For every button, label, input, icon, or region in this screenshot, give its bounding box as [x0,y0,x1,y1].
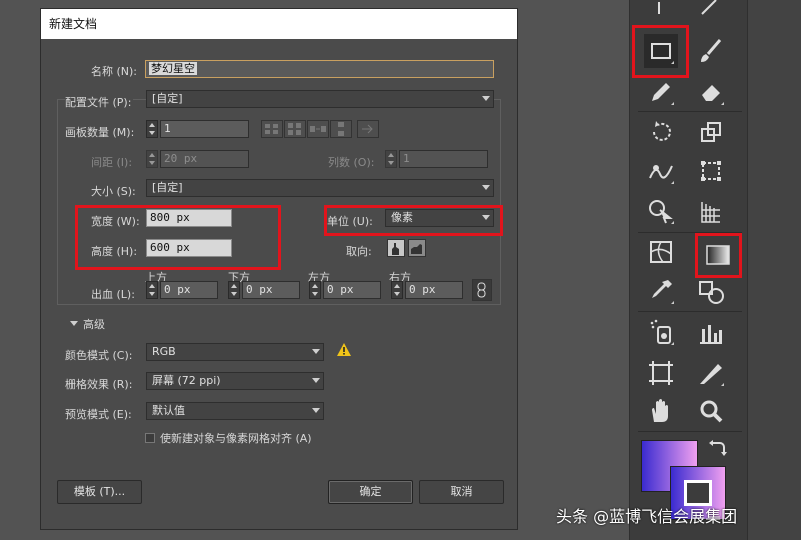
arrange-by-column-icon[interactable] [330,120,352,138]
warning-icon [336,342,352,360]
bleed-right-stepper[interactable] [391,281,403,299]
chevron-down-icon [482,96,490,101]
size-label: 大小 (S): [91,185,136,198]
rotate-tool-icon[interactable] [644,115,678,149]
bleed-left-field[interactable]: 0 px [323,281,381,299]
canvas-area [748,0,801,540]
columns-field[interactable]: 1 [399,150,488,168]
eraser-tool-icon[interactable] [694,75,728,109]
size-select[interactable]: [自定] [146,179,494,197]
column-graph-tool-icon[interactable] [694,315,728,349]
name-value: 梦幻星空 [149,62,197,75]
units-select[interactable]: 像素 [385,209,494,227]
name-field[interactable]: 梦幻星空 [145,60,494,78]
bleed-top-stepper[interactable] [146,281,158,299]
chevron-down-icon [482,185,490,190]
landscape-icon[interactable] [408,239,426,257]
selection-tool-icon[interactable] [642,0,676,22]
ok-button[interactable]: 确定 [328,480,413,504]
rectangle-tool-icon[interactable] [644,34,678,68]
preview-mode-label: 预览模式 (E): [65,408,132,421]
perspective-grid-tool-icon[interactable] [694,194,728,228]
bleed-bottom-field[interactable]: 0 px [242,281,300,299]
link-bleed-icon[interactable] [472,279,492,301]
spacing-stepper[interactable] [146,150,158,168]
dialog-title: 新建文档 [41,9,517,39]
preview-mode-value: 默认值 [152,404,185,417]
raster-effects-select[interactable]: 屏幕 (72 ppi) [146,372,324,390]
hand-tool-icon[interactable] [644,394,678,428]
chevron-down-icon [482,215,490,220]
zoom-tool-icon[interactable] [694,394,728,428]
pencil-tool-icon[interactable] [644,75,678,109]
bleed-label: 出血 (L): [91,288,135,301]
align-pixel-grid-checkbox[interactable] [145,433,155,443]
height-field[interactable]: 600 px [146,239,232,257]
advanced-label[interactable]: 高级 [83,316,105,332]
units-value: 像素 [391,211,413,224]
profile-value: [自定] [152,92,183,105]
slice-tool-icon[interactable] [694,356,728,390]
raster-effects-label: 栅格效果 (R): [65,378,133,391]
raster-effects-value: 屏幕 (72 ppi) [152,374,221,387]
shape-builder-tool-icon[interactable] [644,194,678,228]
watermark-text: 头条 @蓝博飞信会展集团 [556,507,738,526]
toolbox-separator [638,311,742,312]
name-label: 名称 (N): [91,65,138,78]
chevron-down-icon [312,408,320,413]
chevron-down-icon [312,349,320,354]
toolbox-separator [638,431,742,432]
gradient-tool-icon[interactable] [701,238,735,272]
bleed-top-field[interactable]: 0 px [160,281,218,299]
size-value: [自定] [152,181,183,194]
bleed-right-field[interactable]: 0 px [405,281,463,299]
profile-label: 配置文件 (P): [65,94,134,110]
blend-tool-icon[interactable] [694,274,728,308]
align-pixel-grid-label: 使新建对象与像素网格对齐 (A) [160,432,312,445]
mesh-tool-icon[interactable] [644,235,678,269]
artboard-tool-icon[interactable] [644,356,678,390]
arrange-by-row-icon[interactable] [307,120,329,138]
new-document-dialog: 新建文档 名称 (N): 梦幻星空 配置文件 (P): [自定] 画板数量 (M… [40,8,518,530]
line-tool-icon[interactable] [692,0,726,22]
artboards-stepper[interactable] [146,120,158,138]
free-transform-tool-icon[interactable] [694,154,728,188]
units-label: 单位 (U): [327,215,373,228]
portrait-icon[interactable] [387,239,405,257]
eyedropper-tool-icon[interactable] [644,274,678,308]
scale-tool-icon[interactable] [694,115,728,149]
columns-label: 列数 (O): [328,156,375,169]
color-mode-label: 颜色模式 (C): [65,349,133,362]
warp-tool-icon[interactable] [644,154,678,188]
width-field[interactable]: 800 px [146,209,232,227]
advanced-toggle-icon[interactable] [70,321,78,326]
preview-mode-select[interactable]: 默认值 [146,402,324,420]
color-mode-select[interactable]: RGB [146,343,324,361]
swap-fill-stroke-icon[interactable] [708,437,728,460]
spacing-label: 间距 (I): [91,156,133,169]
height-label: 高度 (H): [91,245,138,258]
cancel-button[interactable]: 取消 [419,480,504,504]
template-button[interactable]: 模板 (T)... [57,480,142,504]
artboards-field[interactable]: 1 [160,120,249,138]
color-mode-value: RGB [152,345,176,358]
grid-by-column-icon[interactable] [284,120,306,138]
grid-by-row-icon[interactable] [261,120,283,138]
layout-direction-icon[interactable] [357,120,379,138]
tools-panel [629,0,748,540]
orientation-label: 取向: [346,245,372,258]
bleed-bottom-stepper[interactable] [228,281,240,299]
toolbox-separator [638,111,742,112]
chevron-down-icon [312,378,320,383]
bleed-left-stepper[interactable] [309,281,321,299]
profile-select[interactable]: [自定] [146,90,494,108]
artboards-label: 画板数量 (M): [65,126,135,139]
width-label: 宽度 (W): [91,215,140,228]
columns-stepper[interactable] [385,150,397,168]
spacing-field[interactable]: 20 px [160,150,249,168]
paintbrush-tool-icon[interactable] [694,34,728,68]
symbol-sprayer-tool-icon[interactable] [644,315,678,349]
